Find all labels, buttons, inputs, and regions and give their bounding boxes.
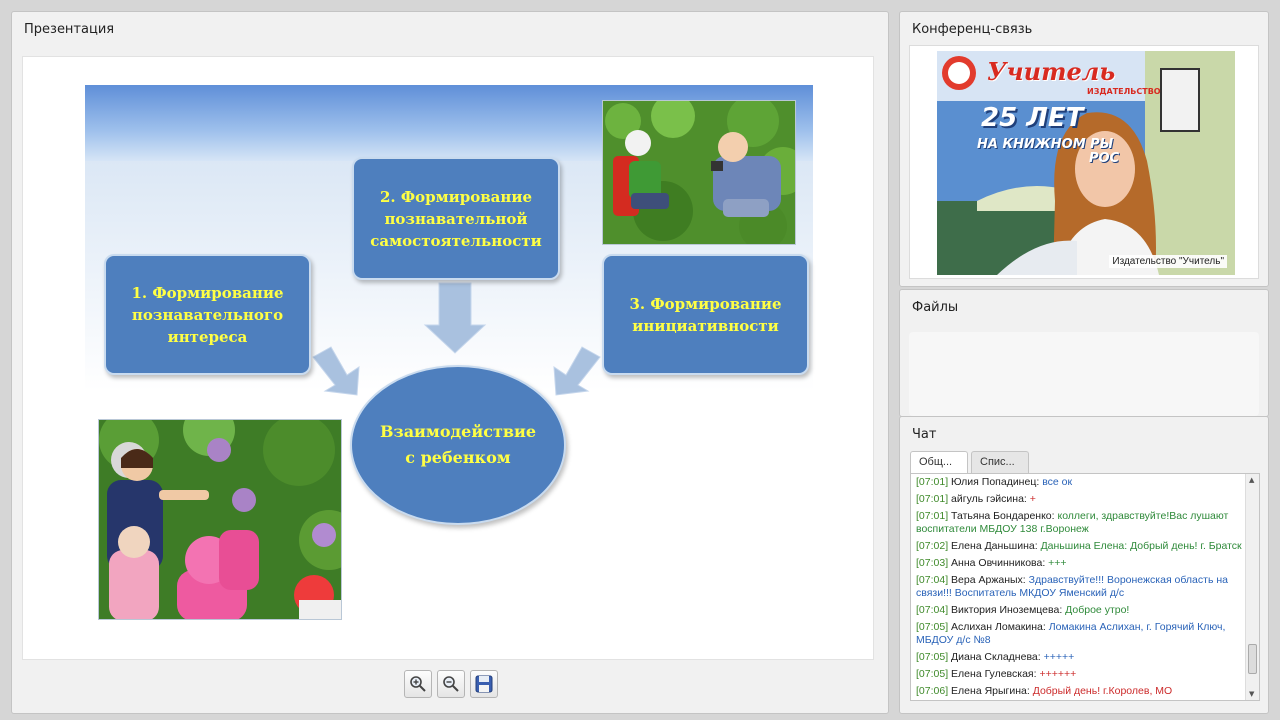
zoom-out-button[interactable] [437, 670, 465, 698]
chat-message: [07:04] Вера Аржаных: Здравствуйте!!! Во… [916, 574, 1242, 600]
chat-message: [07:04] Виктория Иноземцева: Доброе утро… [916, 604, 1242, 617]
photo-teacher-children-image [99, 420, 341, 619]
chat-scrollbar[interactable]: ▲ ▼ [1245, 474, 1259, 700]
banner-line2: РОС [1089, 151, 1120, 166]
message-author: Виктория Иноземцева: [951, 604, 1063, 616]
tab-general-chat[interactable]: Общ... [910, 451, 968, 474]
banner-sub: ИЗДАТЕЛЬСТВО [1087, 87, 1161, 96]
chat-message: [07:01] Татьяна Бондаренко: коллеги, здр… [916, 510, 1242, 536]
diagram-box-independence: 2. Формирование познавательной самостоят… [352, 157, 560, 280]
zoom-in-icon [410, 676, 426, 692]
message-time: [07:06] [916, 685, 949, 697]
message-time: [07:01] [916, 493, 949, 505]
message-text: +++++ [1043, 651, 1075, 663]
chat-messages: [07:01] Юлия Попадинец: все ок [07:01] ай… [910, 473, 1260, 701]
video-caption: Издательство "Учитель" [1109, 255, 1227, 268]
chat-message: [07:05] Диана Складнева: +++++ [916, 651, 1242, 664]
message-text: ++++++ [1039, 668, 1077, 680]
diagram-box-initiative: 3. Формирование инициативности [602, 254, 809, 375]
message-author: Елена Гулевская: [951, 668, 1037, 680]
chat-message: [07:06] Елена Ярыгина: Добрый день! г.Ко… [916, 685, 1242, 698]
files-panel: Файлы [899, 289, 1269, 417]
message-author: Анна Овчинникова: [951, 557, 1046, 569]
chat-message-list: [07:01] Юлия Попадинец: все ок [07:01] ай… [916, 476, 1242, 700]
message-time: [07:02] [916, 540, 949, 552]
message-author: Елена Ярыгина: [951, 685, 1030, 697]
photo-teacher-children [98, 419, 342, 620]
chat-title: Чат [912, 427, 937, 442]
presentation-title: Презентация [24, 22, 115, 37]
slide-stage: 1. Формирование познавательного интереса… [22, 56, 874, 660]
message-author: Елена Даньшина: [951, 540, 1038, 552]
message-text: все ок [1042, 476, 1073, 488]
conference-title: Конференц-связь [912, 22, 1033, 37]
message-time: [07:04] [916, 574, 949, 586]
chat-panel: Чат Общ... Спис... [07:01] Юлия Попадине… [899, 416, 1269, 714]
zoom-out-icon [443, 676, 459, 692]
message-time: [07:03] [916, 557, 949, 569]
banner-brand: Учитель [987, 57, 1116, 86]
message-time: [07:01] [916, 476, 949, 488]
diagram-box-interest: 1. Формирование познавательного интереса [104, 254, 311, 375]
banner-line: НА КНИЖНОМ РЫ [977, 137, 1114, 152]
message-text: Доброе утро! [1065, 604, 1130, 616]
slide: 1. Формирование познавательного интереса… [85, 85, 813, 623]
chat-message: [07:02] Елена Даньшина: Даньшина Елена: … [916, 540, 1242, 553]
tab-participants-list[interactable]: Спис... [971, 451, 1029, 473]
arrow-down [423, 282, 487, 354]
files-title: Файлы [912, 300, 959, 315]
zoom-in-button[interactable] [404, 670, 432, 698]
diagram-center-ellipse: Взаимодействие с ребенком [350, 365, 566, 525]
photo-children-garden [602, 100, 796, 245]
video-feed[interactable]: Учитель ИЗДАТЕЛЬСТВО 25 ЛЕТ НА КНИЖНОМ Р… [937, 51, 1235, 275]
message-author: Юлия Попадинец: [951, 476, 1040, 488]
scroll-up-icon[interactable]: ▲ [1249, 476, 1254, 484]
arrow-left-in [312, 346, 360, 396]
message-text: +++ [1048, 557, 1067, 569]
message-author: Татьяна Бондаренко: [951, 510, 1055, 522]
chat-message: [07:03] Анна Овчинникова: +++ [916, 557, 1242, 570]
chat-message: [07:05] Аслихан Ломакина: Ломакина Аслих… [916, 621, 1242, 647]
chat-scroll-thumb[interactable] [1248, 644, 1257, 674]
scroll-down-icon[interactable]: ▼ [1249, 690, 1254, 698]
message-text: Добрый день! г.Королев, МО [1032, 685, 1173, 697]
save-icon [475, 675, 493, 693]
conference-panel: Конференц-связь Учитель ИЗДАТЕЛЬСТВО 25 … [899, 11, 1269, 287]
message-time: [07:05] [916, 651, 949, 663]
message-time: [07:05] [916, 668, 949, 680]
message-time: [07:04] [916, 604, 949, 616]
message-author: Диана Складнева: [951, 651, 1041, 663]
chat-message: [07:01] айгуль гэйсина: + [916, 493, 1242, 506]
message-author: айгуль гэйсина: [951, 493, 1027, 505]
message-author: Вера Аржаных: [951, 574, 1026, 586]
save-button[interactable] [470, 670, 498, 698]
presentation-panel: Презентация 1. Формирование познавательн… [11, 11, 889, 714]
message-text: + [1029, 493, 1036, 505]
chat-message: [07:05] Елена Гулевская: ++++++ [916, 668, 1242, 681]
arrow-right-in [553, 346, 601, 396]
message-author: Аслихан Ломакина: [951, 621, 1046, 633]
banner-years: 25 ЛЕТ [981, 103, 1084, 133]
chat-message: [07:01] Юлия Попадинец: все ок [916, 476, 1242, 489]
files-list-area[interactable] [909, 332, 1259, 416]
message-time: [07:05] [916, 621, 949, 633]
photo-children-garden-image [603, 101, 795, 244]
video-container: Учитель ИЗДАТЕЛЬСТВО 25 ЛЕТ НА КНИЖНОМ Р… [909, 45, 1259, 279]
message-text: Даньшина Елена: Добрый день! г. Братск [1040, 540, 1242, 552]
message-time: [07:01] [916, 510, 949, 522]
